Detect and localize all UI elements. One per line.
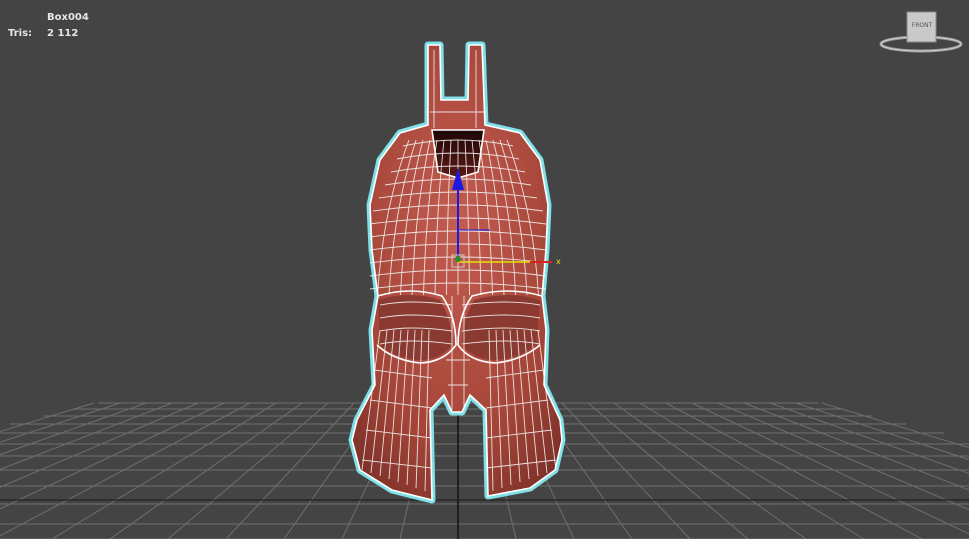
grid-line [0,402,199,488]
gizmo-pivot-dot [455,256,461,262]
grid-line [0,402,225,510]
gizmo-x-label: x [556,257,561,266]
grid-line [225,402,355,539]
viewcube[interactable] [878,8,964,58]
grid-line [717,402,969,511]
object-name: Box004 [47,12,89,23]
grid-line [0,402,147,456]
statistics-overlay: Box004 Tris: 2 112 [8,10,89,42]
grid-line [167,402,329,539]
grid-line [769,402,969,475]
grid-line [613,402,807,539]
viewport-scene[interactable]: x [0,0,969,539]
tris-count: 2 112 [47,28,79,39]
grid-line [587,402,749,539]
eye-opening-right [462,295,540,360]
grid-line [0,402,121,443]
tris-label: Tris: [8,28,33,39]
grid-line [561,402,691,539]
viewport-front[interactable]: x Box004 Tris: 2 112 FRONT [0,0,969,539]
helmet-mesh[interactable] [348,41,566,504]
grid-line [639,402,865,539]
viewcube-face-label: FRONT [911,22,933,29]
grid-line [821,402,969,449]
grid-line [795,402,969,461]
grid-line [109,402,303,539]
grid-line [665,402,923,539]
eye-opening-left [378,295,452,360]
grid-line [51,402,277,539]
stats-spacer [8,10,47,26]
